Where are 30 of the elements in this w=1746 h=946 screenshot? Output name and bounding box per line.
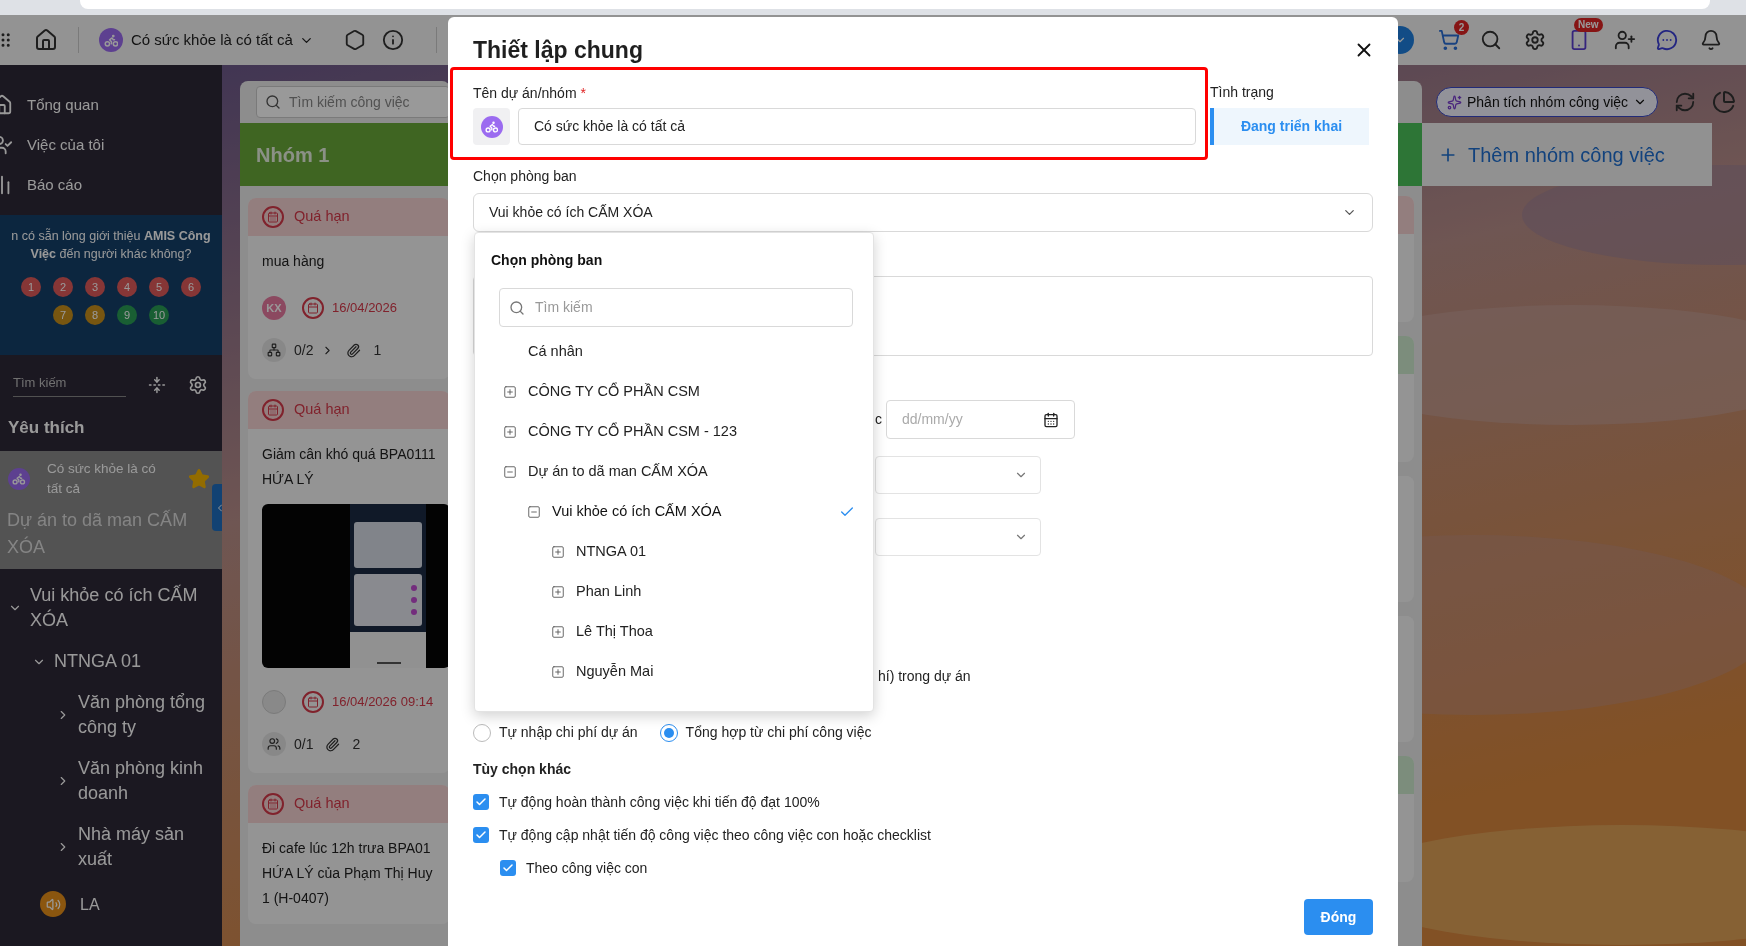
notification-bell-icon[interactable] bbox=[1700, 29, 1722, 51]
sidebar-item[interactable]: Vui khỏe có ích CẤM XÓA bbox=[30, 583, 222, 633]
search-icon[interactable] bbox=[1480, 29, 1502, 51]
settings-icon[interactable] bbox=[1524, 29, 1546, 51]
info-icon[interactable] bbox=[381, 29, 404, 51]
nav-item[interactable]: Tổng quan bbox=[27, 93, 99, 117]
cyclist-avatar-icon bbox=[8, 468, 30, 490]
section-title: Yêu thích bbox=[7, 417, 86, 439]
dialog-title: Thiết lập chung bbox=[473, 35, 643, 65]
new-badge: New bbox=[1574, 18, 1603, 32]
promo-text: n có sẵn lòng giới thiệu AMIS Công Việc đến người khác không? bbox=[10, 227, 212, 263]
sidebar-item[interactable]: Nhà máy sản xuất bbox=[78, 822, 222, 872]
chat-icon[interactable] bbox=[1656, 29, 1678, 51]
nav-item[interactable]: Báo cáo bbox=[27, 173, 83, 197]
nav-item[interactable]: Việc của tôi bbox=[27, 133, 105, 157]
notification-badge: 2 bbox=[1454, 20, 1469, 35]
sidebar-item[interactable]: LA bbox=[80, 891, 108, 917]
sidebar-item[interactable]: NTNGA 01 bbox=[54, 649, 150, 674]
cart-icon[interactable] bbox=[1438, 29, 1460, 51]
sidebar-item[interactable]: Văn phòng kinh doanh bbox=[78, 756, 222, 806]
speaker-icon bbox=[40, 891, 66, 917]
add-user-icon[interactable] bbox=[1614, 29, 1636, 51]
hexagon-settings-icon[interactable] bbox=[343, 29, 366, 51]
sidebar-item[interactable]: Văn phòng tổng công ty bbox=[78, 690, 222, 740]
star-icon[interactable] bbox=[188, 468, 210, 490]
collapse-all-icon[interactable] bbox=[148, 376, 167, 394]
cyclist-avatar-icon bbox=[99, 28, 123, 52]
sidebar-search-field[interactable]: Tìm kiếm bbox=[13, 373, 127, 397]
home-icon[interactable] bbox=[34, 28, 58, 52]
project-switcher[interactable]: Có sức khỏe là có tất cả bbox=[131, 28, 314, 52]
